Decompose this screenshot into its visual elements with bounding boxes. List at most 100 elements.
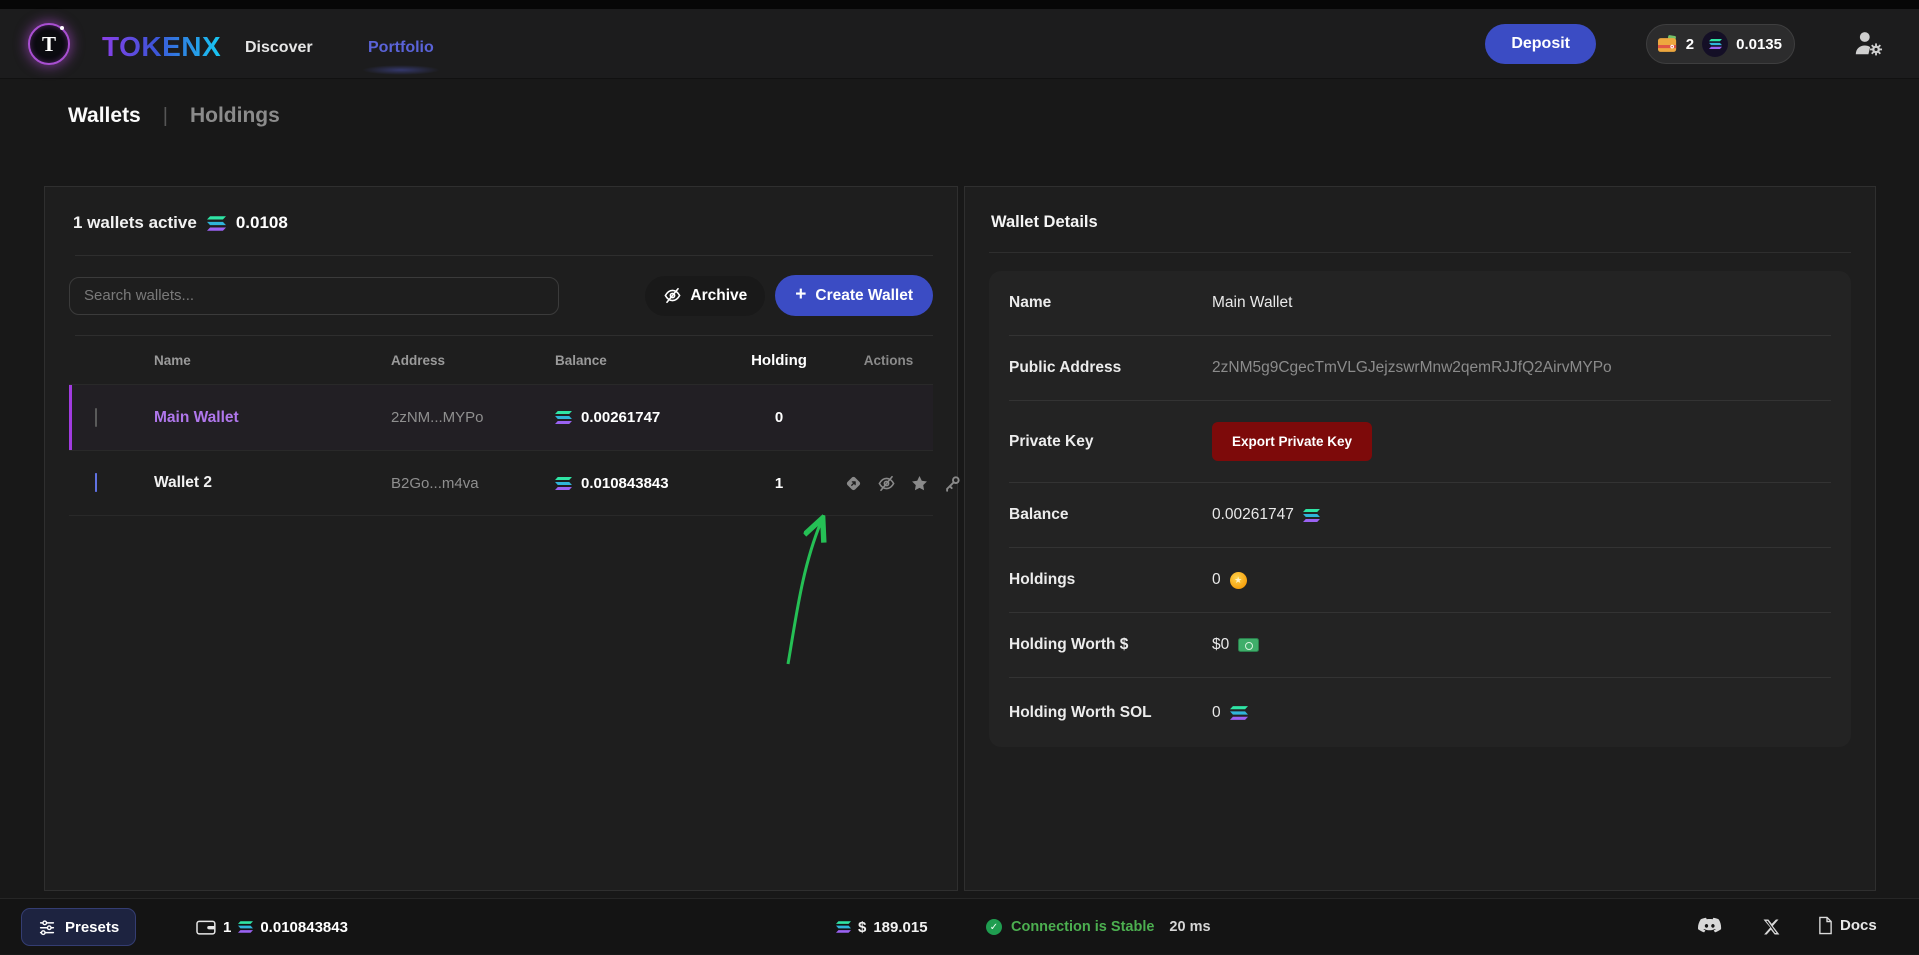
details-title: Wallet Details — [989, 213, 1851, 232]
wallet-balance: 0.00261747 — [581, 409, 660, 426]
public-address-value: 2zNM5g9CgecTmVLGJejzswrMnw2qemRJJfQ2Airv… — [1212, 359, 1831, 377]
connection-text: Connection is Stable — [1011, 919, 1154, 935]
page-tabs: Wallets | Holdings — [68, 104, 280, 128]
tab-holdings[interactable]: Holdings — [190, 104, 280, 128]
presets-button[interactable]: Presets — [21, 908, 136, 946]
price-symbol: $ — [858, 919, 866, 936]
connection-status: ✓ Connection is Stable 20 ms — [986, 899, 1211, 955]
favorite-star-icon[interactable] — [910, 474, 929, 493]
holding-worth-sol-value: 0 — [1212, 704, 1221, 722]
solana-icon — [1709, 39, 1722, 49]
holding-worth-sol-label: Holding Worth SOL — [1009, 699, 1152, 726]
wallet-row-wallet-2[interactable]: Wallet 2 B2Go...m4va 0.010843843 1 — [69, 450, 933, 516]
name-label: Name — [1009, 294, 1212, 312]
wallet-outline-icon — [196, 919, 216, 936]
active-wallets-summary: 1 wallets active — [73, 213, 197, 233]
money-icon — [1238, 638, 1259, 652]
export-private-key-button[interactable]: Export Private Key — [1212, 422, 1372, 461]
wallet-name: Wallet 2 — [154, 474, 391, 492]
status-bar: Presets 1 0.010843843 $ 189.015 ✓ Connec… — [0, 898, 1919, 954]
create-wallet-label: Create Wallet — [815, 287, 913, 305]
solana-icon — [836, 921, 851, 933]
docs-link[interactable]: Docs — [1818, 916, 1877, 935]
wallet-count: 2 — [1686, 36, 1694, 53]
statusbar-wallet-total: 1 0.010843843 — [196, 899, 348, 955]
solana-icon — [1230, 706, 1248, 720]
create-wallet-button[interactable]: + Create Wallet — [775, 275, 933, 316]
private-key-label: Private Key — [1009, 433, 1212, 451]
solana-icon — [238, 921, 253, 933]
eye-off-icon — [663, 286, 682, 305]
wallet-row-main-wallet[interactable]: Main Wallet 2zNM...MYPo 0.00261747 0 — [69, 384, 933, 450]
archive-button[interactable]: Archive — [645, 276, 765, 316]
name-value: Main Wallet — [1212, 294, 1831, 312]
active-wallets-sol: 0.0108 — [236, 213, 288, 233]
tab-wallets[interactable]: Wallets — [68, 104, 141, 128]
docs-label: Docs — [1840, 917, 1877, 934]
tab-separator: | — [163, 105, 168, 128]
user-settings-icon[interactable] — [1853, 29, 1883, 57]
send-icon[interactable] — [844, 474, 863, 493]
navbar: T TOKENX Discover Portfolio Deposit 2 0.… — [0, 9, 1919, 79]
archive-label: Archive — [690, 287, 747, 305]
wallet-table-header: Name Address Balance Holding Actions — [69, 336, 933, 384]
check-circle-icon: ✓ — [986, 919, 1002, 935]
wallets-panel: 1 wallets active 0.0108 Archive + Create… — [44, 186, 958, 891]
solana-icon — [555, 411, 572, 424]
balance-value: 0.00261747 — [1212, 506, 1294, 524]
wallet-icon — [1657, 35, 1678, 54]
discord-icon[interactable] — [1698, 916, 1723, 938]
sol-amount: 0.0135 — [1736, 36, 1782, 53]
holdings-value: 0 — [1212, 571, 1221, 589]
wallet-details-panel: Wallet Details Name Main Wallet Public A… — [964, 186, 1876, 891]
holding-worth-usd-label: Holding Worth $ — [1009, 636, 1212, 654]
statusbar-wallet-sol: 0.010843843 — [260, 919, 348, 936]
balance-label: Balance — [1009, 506, 1212, 524]
brand-logo[interactable]: T — [28, 23, 70, 65]
header-balance: Balance — [555, 353, 714, 368]
solana-icon — [1303, 509, 1320, 522]
holdings-label: Holdings — [1009, 571, 1212, 589]
header-address: Address — [391, 353, 555, 368]
plus-icon: + — [795, 284, 806, 306]
holding-worth-usd-value: $0 — [1212, 636, 1229, 654]
x-twitter-icon[interactable] — [1762, 918, 1780, 936]
latency-value: 20 ms — [1169, 919, 1210, 935]
deposit-button[interactable]: Deposit — [1485, 24, 1596, 64]
wallet-balance-badge[interactable]: 2 0.0135 — [1646, 24, 1795, 64]
statusbar-wallet-count: 1 — [223, 919, 231, 936]
nav-item-portfolio[interactable]: Portfolio — [368, 39, 434, 57]
solana-icon — [207, 216, 226, 231]
public-address-label: Public Address — [1009, 359, 1212, 377]
sol-bubble — [1702, 31, 1728, 57]
solana-icon — [555, 477, 572, 490]
private-key-icon[interactable] — [943, 474, 962, 493]
row-checkbox[interactable] — [95, 408, 97, 427]
details-card: Name Main Wallet Public Address 2zNM5g9C… — [989, 271, 1851, 747]
wallet-holding: 0 — [714, 409, 844, 426]
document-icon — [1818, 916, 1833, 935]
brand-name: TOKENX — [102, 31, 221, 63]
hide-eye-off-icon[interactable] — [877, 474, 896, 493]
header-actions: Actions — [844, 353, 933, 368]
logo-letter: T — [42, 32, 56, 57]
price-value: 189.015 — [873, 919, 927, 936]
row-checkbox[interactable] — [95, 473, 97, 492]
sliders-icon — [38, 918, 56, 936]
header-holding: Holding — [714, 352, 844, 369]
search-input[interactable] — [69, 277, 559, 315]
divider — [989, 252, 1851, 253]
presets-label: Presets — [65, 919, 119, 936]
divider — [75, 255, 933, 256]
window-top-strip — [0, 0, 1919, 9]
wallet-address: 2zNM...MYPo — [391, 409, 555, 426]
wallet-balance: 0.010843843 — [581, 475, 669, 492]
row-actions — [844, 474, 962, 493]
sol-price: $ 189.015 — [836, 899, 928, 955]
coin-icon: ★ — [1230, 572, 1247, 589]
wallet-holding: 1 — [714, 475, 844, 492]
wallet-address: B2Go...m4va — [391, 475, 555, 492]
wallet-name: Main Wallet — [154, 409, 391, 427]
nav-item-discover[interactable]: Discover — [245, 39, 313, 57]
header-name: Name — [154, 353, 391, 368]
